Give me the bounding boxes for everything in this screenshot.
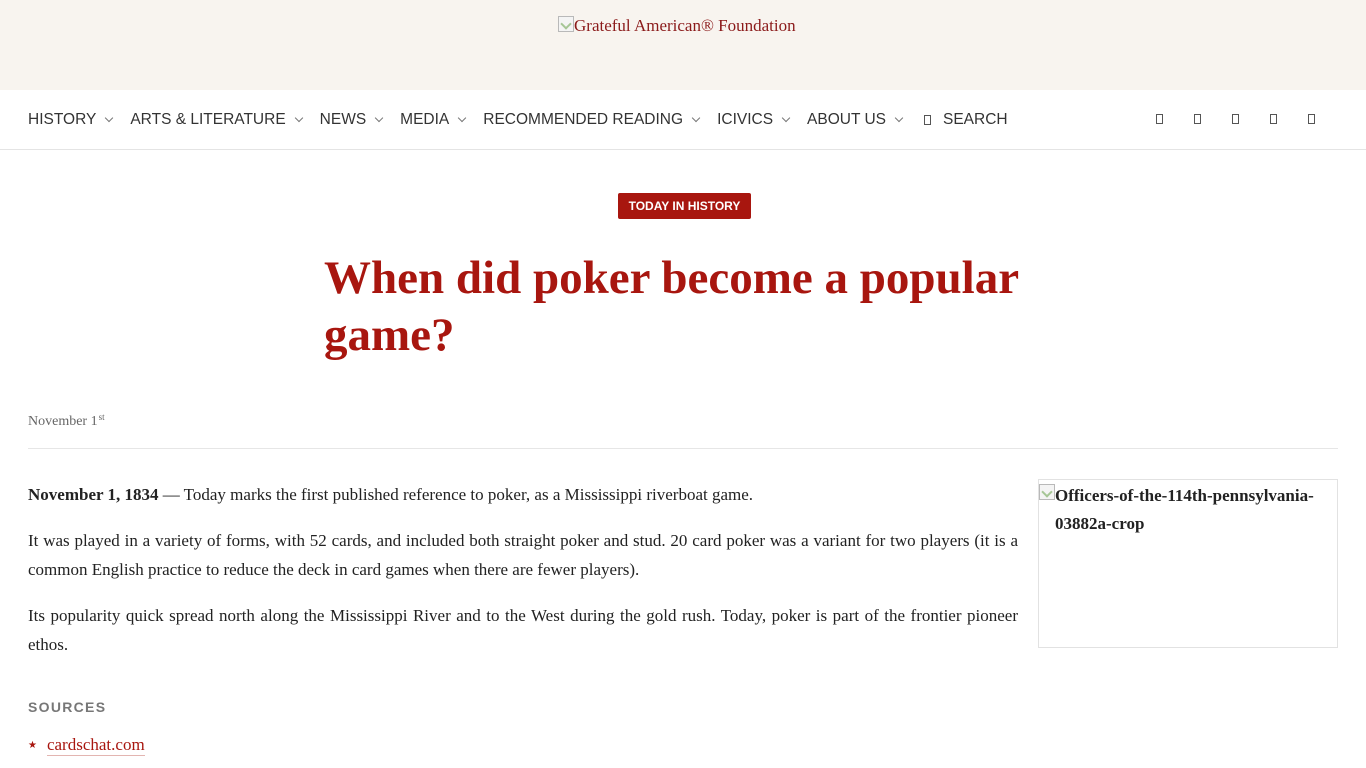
- article-date: November 1st: [28, 412, 105, 430]
- paragraph: It was played in a variety of forms, wit…: [28, 531, 1018, 579]
- lead-date: November 1, 1834: [28, 485, 159, 504]
- chevron-down-icon: [458, 113, 467, 123]
- main-navigation: HISTORY ARTS & LITERATURE NEWS MEDIA REC…: [0, 90, 1366, 150]
- site-logo[interactable]: Grateful American® Foundation: [558, 16, 796, 36]
- image-alt-label: Officers-of-the-114th-pennsylvania-03882…: [1055, 486, 1314, 533]
- nav-item-about-us[interactable]: ABOUT US: [807, 111, 904, 129]
- nav-item-arts-literature[interactable]: ARTS & LITERATURE: [130, 111, 303, 129]
- chevron-down-icon: [105, 113, 114, 123]
- nav-item-label: HISTORY: [28, 111, 97, 128]
- nav-item-label: ARTS & LITERATURE: [130, 111, 286, 128]
- nav-item-label: MEDIA: [400, 111, 450, 128]
- search-icon: [924, 115, 931, 125]
- divider: [28, 448, 1338, 449]
- social-icon[interactable]: [1308, 114, 1315, 124]
- nav-item-news[interactable]: NEWS: [319, 111, 384, 129]
- article-image: Officers-of-the-114th-pennsylvania-03882…: [1038, 479, 1338, 648]
- social-icon[interactable]: [1194, 114, 1201, 124]
- chevron-down-icon: [691, 113, 701, 123]
- list-item: ★ cardschat.com: [28, 735, 145, 756]
- paragraph: Its popularity quick spread north along …: [28, 606, 1018, 654]
- logo-alt-text: Grateful American® Foundation: [574, 16, 796, 35]
- search-label: SEARCH: [943, 111, 1008, 128]
- nav-menu: HISTORY ARTS & LITERATURE NEWS MEDIA REC…: [28, 90, 1008, 150]
- article-body: November 1, 1834 — Today marks the first…: [28, 480, 1018, 676]
- category-badge[interactable]: TODAY IN HISTORY: [618, 193, 751, 219]
- nav-item-icivics[interactable]: ICIVICS: [717, 111, 791, 129]
- nav-item-label: RECOMMENDED READING: [483, 111, 684, 128]
- source-link[interactable]: cardschat.com: [46, 735, 145, 756]
- nav-item-recommended-reading[interactable]: RECOMMENDED READING: [483, 111, 701, 129]
- image-alt-text: Officers-of-the-114th-pennsylvania-03882…: [1039, 482, 1337, 538]
- nav-item-label: ABOUT US: [807, 111, 886, 128]
- sources-list: ★ cardschat.com: [28, 735, 145, 756]
- date-suffix: st: [98, 412, 105, 422]
- nav-item-history[interactable]: HISTORY: [28, 111, 114, 129]
- social-links: [1156, 114, 1346, 124]
- broken-image-icon: [1039, 484, 1055, 500]
- site-header: Grateful American® Foundation: [0, 0, 1366, 90]
- broken-image-icon: [558, 16, 574, 32]
- social-icon[interactable]: [1270, 114, 1277, 124]
- star-bullet-icon: ★: [28, 740, 37, 751]
- chevron-down-icon: [374, 113, 384, 123]
- lead-text: — Today marks the first published refere…: [158, 485, 754, 504]
- sources-heading: SOURCES: [28, 699, 107, 715]
- social-icon[interactable]: [1232, 114, 1239, 124]
- search-button[interactable]: SEARCH: [924, 111, 1008, 129]
- paragraph: November 1, 1834 — Today marks the first…: [28, 480, 1018, 509]
- social-icon[interactable]: [1156, 114, 1163, 124]
- chevron-down-icon: [894, 113, 904, 123]
- nav-item-label: ICIVICS: [717, 111, 774, 128]
- page-title: When did poker become a popular game?: [324, 252, 1019, 361]
- nav-item-media[interactable]: MEDIA: [400, 111, 467, 129]
- chevron-down-icon: [781, 113, 791, 123]
- chevron-down-icon: [294, 113, 303, 123]
- date-text: November 1: [28, 414, 98, 429]
- nav-item-label: NEWS: [319, 111, 367, 128]
